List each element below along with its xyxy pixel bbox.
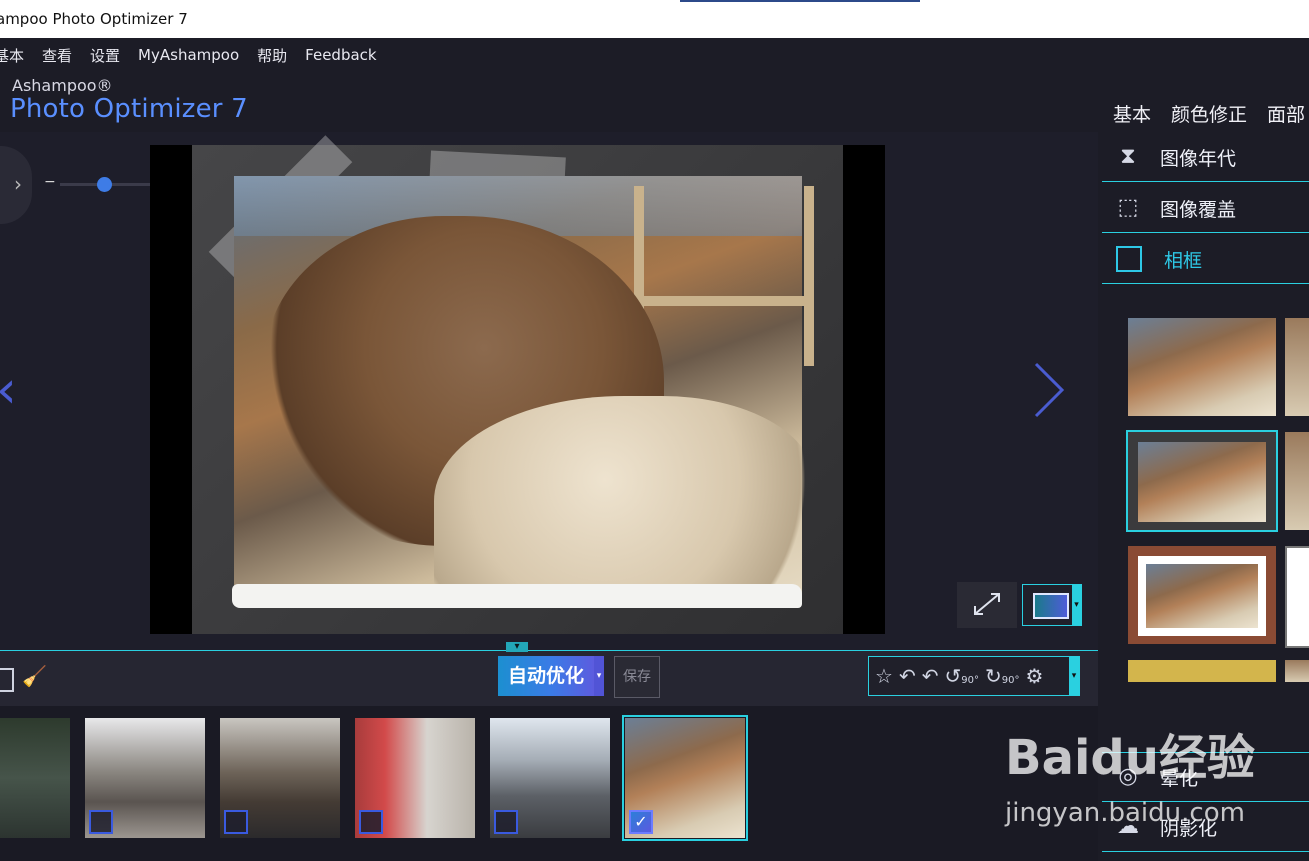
frame-option[interactable] [1128,546,1276,644]
frame-icon [1116,246,1142,272]
zoom-slider-handle[interactable] [97,177,112,192]
chevron-right-icon: › [14,172,22,196]
menu-feedback[interactable]: Feedback [305,46,376,64]
filmstrip-thumb-selected[interactable]: ✓ [622,715,748,841]
edit-tools-group: ☆ ↶ ↶ ↺90° ↻90° ⚙ ▾ [868,656,1080,696]
photo-fence [634,186,814,366]
baidu-watermark: Baidu经验 jingyan.baidu.com [1005,718,1305,838]
frame-option[interactable] [1285,318,1309,416]
dropdown-arrow-icon[interactable]: ▾ [594,656,604,696]
rotate-left-label: 90° [961,675,979,686]
auto-optimize-button[interactable]: 自动优化 ▾ [498,656,604,696]
photo-cow-body [434,396,814,606]
watermark-logo: Baidu经验 [1005,730,1255,786]
menu-settings[interactable]: 设置 [90,45,120,66]
select-checkbox[interactable] [89,810,113,834]
effect-image-age[interactable]: ⧗ 图像年代 [1102,133,1309,182]
fullscreen-button[interactable] [957,582,1017,628]
dropdown-arrow-icon[interactable]: ▾ [1069,657,1079,695]
next-image-icon[interactable] [1030,360,1070,420]
tab-face[interactable]: 面部 [1267,100,1305,127]
select-checkbox-checked[interactable]: ✓ [629,810,653,834]
effect-label: 相框 [1164,249,1203,272]
compare-view-button[interactable]: ▾ [1022,584,1082,626]
frame-mat [1138,556,1266,636]
expand-icon [974,593,1000,615]
dropdown-arrow-icon[interactable]: ▾ [1072,585,1081,625]
tab-color-correction[interactable]: 颜色修正 [1171,100,1247,127]
menu-view[interactable]: 查看 [42,45,72,66]
title-accent [680,0,920,2]
effect-image-overlay[interactable]: ⬚ 图像覆盖 [1102,184,1309,233]
filmstrip-thumb[interactable] [0,718,70,838]
menu-myashampoo[interactable]: MyAshampoo [138,46,239,64]
auto-optimize-label[interactable]: 自动优化 [498,656,594,696]
frame-option[interactable] [1285,432,1309,530]
undo-icon[interactable]: ↶ [899,664,916,688]
save-button[interactable]: 保存 [614,656,660,698]
select-checkbox[interactable] [224,810,248,834]
main-photo [234,176,814,606]
hourglass-icon: ⧗ [1120,144,1136,169]
frame-option[interactable] [1128,660,1276,682]
frame-option[interactable] [1128,318,1276,416]
select-checkbox[interactable] [494,810,518,834]
effect-frame[interactable]: 相框 [1102,235,1309,284]
brand-company: Ashampoo® [12,76,113,95]
collapse-filmstrip-button[interactable]: ▾ [506,642,528,652]
frame-option[interactable] [1285,546,1309,648]
frame-option[interactable] [1285,660,1309,682]
top-nav: 基本 颜色修正 面部 [1113,100,1305,127]
filmstrip-thumb[interactable] [85,718,205,838]
menu-basic[interactable]: 基本 [0,45,24,66]
zoom-out-icon[interactable]: − [44,174,56,190]
frame-preview [1138,442,1266,522]
rotate-right-label: 90° [1001,675,1020,686]
undo-all-icon[interactable]: ↶ [922,664,939,688]
gear-icon[interactable]: ⚙ [1025,664,1043,688]
select-checkbox[interactable] [359,810,383,834]
broom-icon[interactable]: 🧹 [22,664,47,688]
title-bar: ampoo Photo Optimizer 7 [0,0,1309,38]
frame-option-selected[interactable] [1126,430,1278,532]
stars-icon[interactable]: ☆ [875,664,893,688]
rotate-left-icon[interactable]: ↺90° [944,664,979,688]
compare-icon [1033,593,1069,619]
previous-image-icon[interactable]: ‹ [0,360,17,420]
add-icon[interactable] [0,668,14,692]
filmstrip-thumb[interactable] [490,718,610,838]
effect-label: 图像覆盖 [1160,198,1237,221]
brand-product: Photo Optimizer 7 [10,94,248,124]
filmstrip-thumb[interactable] [220,718,340,838]
window-title: ampoo Photo Optimizer 7 [0,10,188,28]
overlay-icon: ⬚ [1117,195,1139,220]
rotate-right-icon[interactable]: ↻90° [985,664,1020,688]
effect-label: 图像年代 [1160,147,1237,170]
menu-help[interactable]: 帮助 [257,45,287,66]
frame-preview [1146,564,1258,628]
menu-bar: 基本 查看 设置 MyAshampoo 帮助 Feedback [0,38,1309,72]
watermark-url: jingyan.baidu.com [1005,798,1245,828]
tab-basic[interactable]: 基本 [1113,100,1151,127]
filmstrip-thumb[interactable] [355,718,475,838]
torn-paper-edge [232,584,802,608]
